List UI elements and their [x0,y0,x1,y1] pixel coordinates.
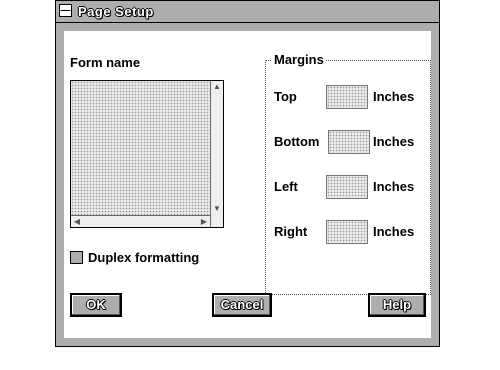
left-margin-label: Left [274,179,298,194]
help-button-label: Help [382,297,412,312]
scroll-down-arrow-icon[interactable]: ▼ [211,203,223,215]
ok-button[interactable]: OK [70,293,122,317]
form-name-list[interactable]: ▲ ▼ ◀ ▶ [70,80,224,228]
bottom-margin-field[interactable] [328,130,370,154]
duplex-formatting-checkbox[interactable] [70,251,83,264]
scroll-left-arrow-icon[interactable]: ◀ [71,216,83,228]
horizontal-scrollbar[interactable]: ◀ ▶ [71,215,210,227]
ok-button-label: OK [86,297,106,312]
vertical-scrollbar[interactable]: ▲ ▼ [210,81,223,227]
right-margin-unit: Inches [373,224,415,239]
left-margin-field[interactable] [326,175,368,199]
cancel-button[interactable]: Cancel [212,293,272,317]
help-button[interactable]: Help [368,293,426,317]
right-margin-label: Right [274,224,308,239]
system-menu-icon[interactable]: — [59,4,72,17]
duplex-formatting-label[interactable]: Duplex formatting [88,250,199,265]
bottom-margin-unit: Inches [373,134,415,149]
top-margin-field[interactable] [326,85,368,109]
scroll-up-arrow-icon[interactable]: ▲ [211,81,223,93]
form-name-label: Form name [70,55,141,70]
window-title: Page Setup [78,4,154,19]
cancel-button-label: Cancel [220,297,264,312]
bottom-margin-label: Bottom [274,134,320,149]
top-margin-label: Top [274,89,297,104]
dialog-client-area: Form name ▲ ▼ ◀ ▶ Duplex formatting Marg… [64,31,431,338]
scroll-right-arrow-icon[interactable]: ▶ [198,216,210,228]
title-bar[interactable]: — Page Setup [56,1,439,23]
margins-group-label: Margins [272,52,326,67]
page-setup-dialog: — Page Setup Form name ▲ ▼ ◀ ▶ Duplex fo… [55,0,440,347]
left-margin-unit: Inches [373,179,415,194]
margins-groupbox: Margins Top Inches Bottom Inches Left In… [265,52,431,295]
top-margin-unit: Inches [373,89,415,104]
right-margin-field[interactable] [326,220,368,244]
